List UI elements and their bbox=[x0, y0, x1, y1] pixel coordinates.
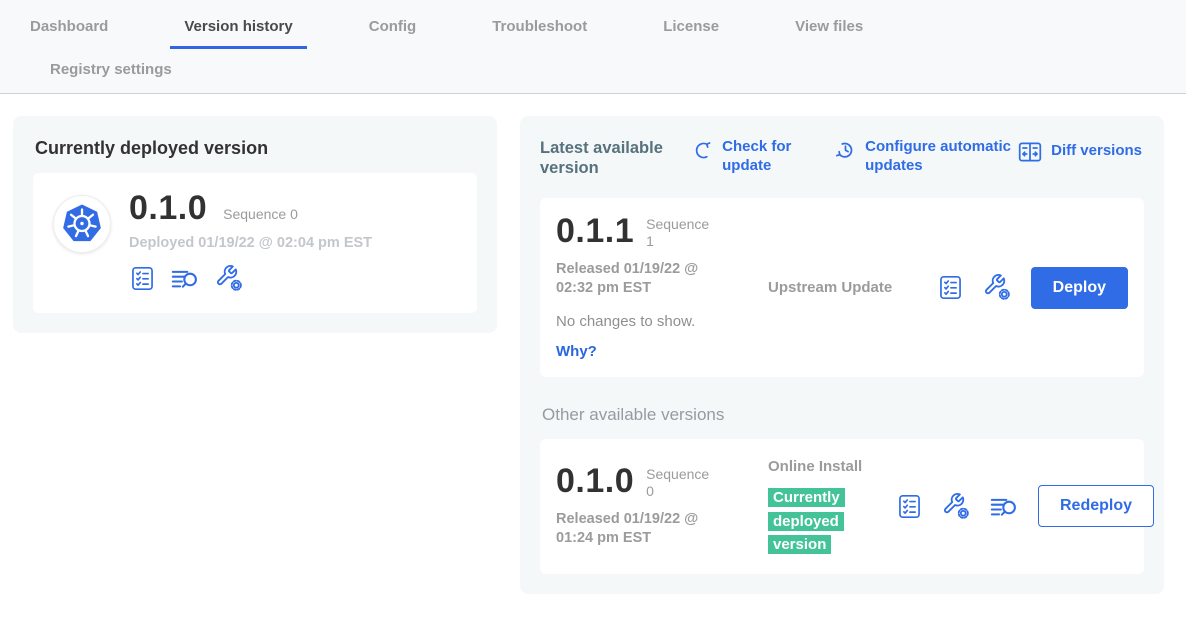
auto-update-icon bbox=[834, 139, 857, 162]
check-update-icon bbox=[691, 139, 714, 162]
configure-automatic-updates-link[interactable]: Configure automatic updates bbox=[834, 138, 1017, 176]
preflight-checklist-icon[interactable] bbox=[896, 493, 923, 520]
edit-config-icon[interactable] bbox=[983, 273, 1012, 302]
view-logs-icon[interactable] bbox=[990, 492, 1019, 521]
currently-deployed-badge: Currently deployed version bbox=[768, 486, 866, 556]
app-logo bbox=[53, 195, 111, 253]
deployed-version-row: 0.1.0 Sequence 0 Deployed 01/19/22 @ 02:… bbox=[33, 173, 477, 313]
diff-icon bbox=[1017, 139, 1043, 165]
kubernetes-icon bbox=[57, 199, 107, 249]
other-released-timestamp: Released 01/19/22 @ 01:24 pm EST bbox=[556, 510, 728, 549]
latest-available-header: Latest available version Check for updat… bbox=[540, 138, 1144, 178]
tab-registry-settings[interactable]: Registry settings bbox=[36, 57, 186, 80]
redeploy-button[interactable]: Redeploy bbox=[1038, 485, 1154, 527]
other-version-actions: Redeploy bbox=[896, 485, 1154, 527]
check-for-update-label: Check for update bbox=[722, 138, 804, 176]
other-sequence-label: Sequence 0 bbox=[646, 466, 718, 500]
deployed-version-number: 0.1.0 bbox=[129, 191, 207, 225]
latest-available-title: Latest available version bbox=[540, 138, 665, 178]
currently-deployed-card: Currently deployed version bbox=[13, 116, 497, 333]
latest-available-card: Latest available version Check for updat… bbox=[520, 116, 1164, 594]
other-version-row: 0.1.0 Sequence 0 Released 01/19/22 @ 01:… bbox=[540, 439, 1144, 574]
edit-config-icon[interactable] bbox=[215, 264, 244, 293]
currently-deployed-title: Currently deployed version bbox=[35, 138, 477, 159]
diff-versions-link[interactable]: Diff versions bbox=[1017, 138, 1142, 165]
other-available-versions-title: Other available versions bbox=[542, 405, 1144, 425]
view-logs-icon[interactable] bbox=[171, 264, 200, 293]
tab-dashboard[interactable]: Dashboard bbox=[16, 14, 122, 49]
why-link[interactable]: Why? bbox=[556, 343, 597, 360]
other-version-number: 0.1.0 bbox=[556, 464, 634, 498]
latest-released-timestamp: Released 01/19/22 @ 02:32 pm EST bbox=[556, 260, 728, 299]
diff-versions-label: Diff versions bbox=[1051, 142, 1142, 161]
tab-view-files[interactable]: View files bbox=[781, 14, 877, 49]
deployed-version-info: 0.1.0 Sequence 0 Deployed 01/19/22 @ 02:… bbox=[129, 191, 372, 293]
deployed-sequence-label: Sequence 0 bbox=[223, 206, 298, 222]
latest-version-info: 0.1.1 Sequence 1 Released 01/19/22 @ 02:… bbox=[556, 214, 756, 361]
tab-troubleshoot[interactable]: Troubleshoot bbox=[478, 14, 601, 49]
currently-deployed-badge-label: Currently deployed version bbox=[768, 488, 845, 554]
online-install-label: Online Install bbox=[768, 457, 896, 477]
latest-version-row: 0.1.1 Sequence 1 Released 01/19/22 @ 02:… bbox=[540, 198, 1144, 377]
nav-row-primary: Dashboard Version history Config Trouble… bbox=[16, 14, 1186, 49]
latest-version-actions: Deploy bbox=[937, 267, 1128, 309]
deployed-timestamp: Deployed 01/19/22 @ 02:04 pm EST bbox=[129, 235, 372, 251]
tab-version-history[interactable]: Version history bbox=[170, 14, 306, 49]
version-history-page: Currently deployed version bbox=[0, 94, 1186, 594]
check-for-update-link[interactable]: Check for update bbox=[691, 138, 804, 176]
deployed-actions bbox=[129, 264, 372, 293]
app-nav: Dashboard Version history Config Trouble… bbox=[0, 0, 1186, 94]
nav-row-secondary: Registry settings bbox=[16, 49, 1186, 93]
configure-automatic-updates-label: Configure automatic updates bbox=[865, 138, 1017, 176]
upstream-update-label: Upstream Update bbox=[768, 278, 896, 298]
other-version-info: 0.1.0 Sequence 0 Released 01/19/22 @ 01:… bbox=[556, 464, 756, 549]
tab-config[interactable]: Config bbox=[355, 14, 430, 49]
other-version-source: Online Install Currently deployed versio… bbox=[768, 457, 896, 556]
edit-config-icon[interactable] bbox=[942, 492, 971, 521]
latest-version-source: Upstream Update bbox=[768, 278, 896, 298]
latest-sequence-label: Sequence 1 bbox=[646, 216, 718, 250]
tab-license[interactable]: License bbox=[649, 14, 733, 49]
preflight-checklist-icon[interactable] bbox=[937, 274, 964, 301]
latest-version-number: 0.1.1 bbox=[556, 214, 634, 248]
deploy-button[interactable]: Deploy bbox=[1031, 267, 1128, 309]
no-changes-note: No changes to show. bbox=[556, 313, 756, 330]
preflight-checklist-icon[interactable] bbox=[129, 265, 156, 292]
